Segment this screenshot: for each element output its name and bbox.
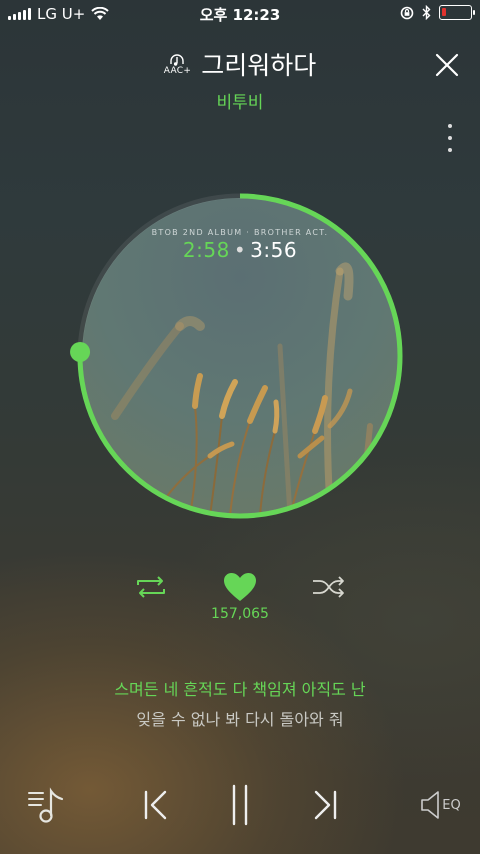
shuffle-button[interactable] bbox=[311, 575, 347, 603]
previous-icon[interactable] bbox=[139, 788, 169, 822]
like-button[interactable] bbox=[222, 571, 258, 607]
repeat-icon[interactable] bbox=[133, 574, 169, 600]
next-icon[interactable] bbox=[312, 788, 342, 822]
lyric-current-line[interactable]: 스며든 네 흔적도 다 책임져 아직도 난 bbox=[0, 676, 480, 700]
bottom-control-bar: EQ bbox=[0, 782, 480, 832]
playlist-button[interactable] bbox=[24, 782, 68, 828]
next-button[interactable] bbox=[307, 782, 347, 828]
time-separator: • bbox=[233, 238, 247, 262]
playback-time: 2:58 • 3:56 bbox=[0, 238, 480, 262]
pause-button[interactable] bbox=[220, 782, 260, 828]
lyric-next-line[interactable]: 잊을 수 없나 봐 다시 돌아와 줘 bbox=[0, 706, 480, 730]
previous-button[interactable] bbox=[134, 782, 174, 828]
status-right bbox=[400, 5, 475, 20]
aac-label: AAC+ bbox=[163, 66, 192, 76]
eq-button[interactable]: EQ bbox=[414, 782, 466, 828]
song-title: 그리워하다 bbox=[201, 51, 317, 80]
progress-knob[interactable] bbox=[70, 341, 91, 362]
current-time: 2:58 bbox=[182, 238, 230, 262]
artist-name[interactable]: 비투비 bbox=[0, 88, 480, 113]
speaker-icon[interactable] bbox=[419, 789, 441, 821]
pause-icon[interactable] bbox=[228, 783, 252, 827]
battery-icon bbox=[439, 5, 475, 20]
close-button[interactable] bbox=[432, 50, 462, 80]
total-time: 3:56 bbox=[250, 238, 298, 262]
shuffle-icon[interactable] bbox=[311, 575, 347, 599]
heart-icon[interactable] bbox=[222, 571, 258, 603]
close-icon[interactable] bbox=[432, 50, 462, 80]
status-bar: LG U+ 오후 12:23 bbox=[0, 0, 480, 28]
album-caption: BTOB 2ND ALBUM · BROTHER ACT. bbox=[151, 228, 329, 237]
bluetooth-icon bbox=[422, 5, 431, 20]
like-count: 157,065 bbox=[211, 606, 269, 622]
playlist-icon[interactable] bbox=[25, 785, 67, 825]
more-vertical-icon[interactable] bbox=[445, 124, 455, 152]
repeat-button[interactable] bbox=[133, 574, 169, 604]
rotation-lock-icon bbox=[400, 6, 414, 19]
aac-quality-badge: AAC+ bbox=[164, 52, 191, 76]
track-header: AAC+ 그리워하다 bbox=[0, 46, 480, 82]
eq-label[interactable]: EQ bbox=[442, 798, 460, 813]
